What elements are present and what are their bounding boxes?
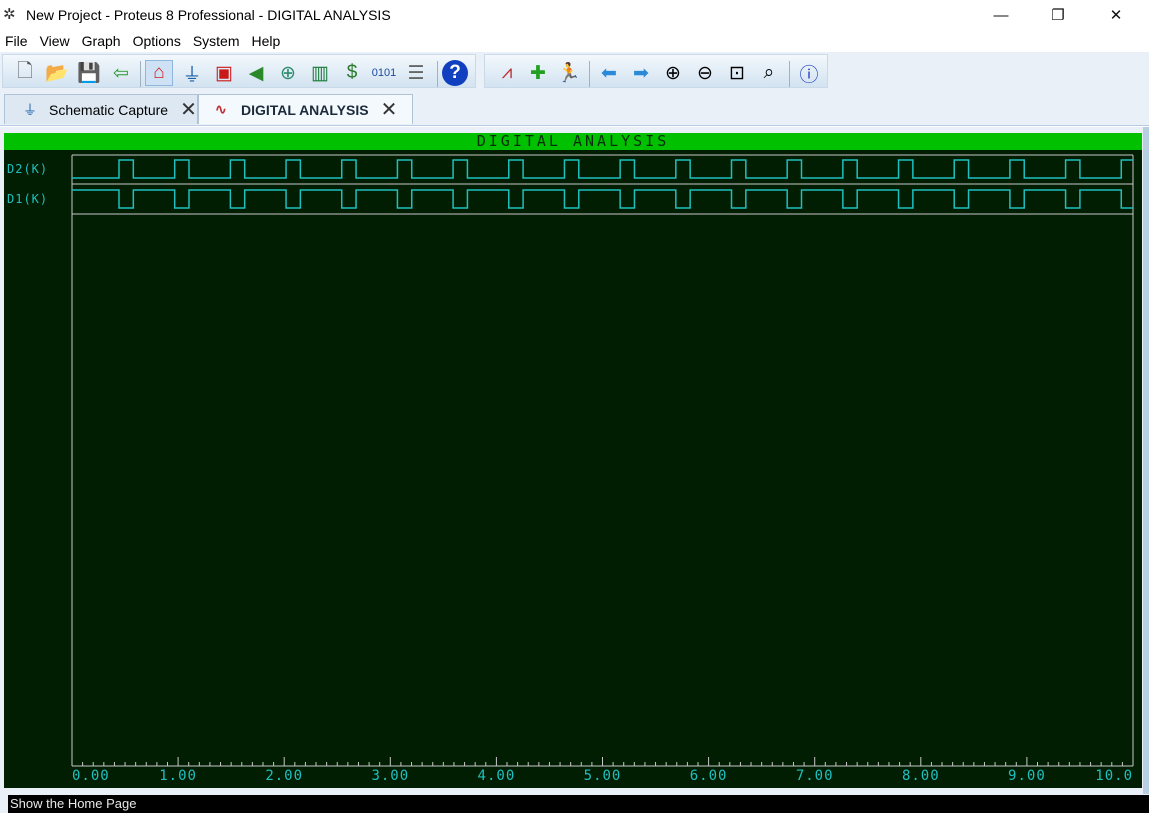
graph-icon: ∿ [215,101,227,117]
x-tick-label: 6.00 [690,768,728,784]
trace-label-d2k: D2(K) [7,162,48,176]
forward-arrow-icon[interactable]: ➡ [627,60,655,86]
toolbar-group-graph: ⩘ ✚ 🏃 ⬅ ➡ ⊕ ⊖ ⊡ ⌕ ⓘ [484,54,828,88]
minimize-button[interactable]: — [978,0,1024,30]
title-bar: ✲ New Project - Proteus 8 Professional -… [0,0,1149,30]
graph-frame: DIGITAL ANALYSIS 0.00 1.00 2.00 3.00 4.00 5.0… [0,127,1149,794]
gerber-viewer-icon[interactable]: ⊕ [274,60,302,86]
zoom-area-icon[interactable]: ⌕ [755,60,783,86]
menu-view[interactable]: View [35,33,77,49]
status-text: Show the Home Page [8,795,1149,813]
pcb-layout-icon[interactable]: ▣ [210,60,238,86]
project-notes-icon[interactable]: ☰ [402,60,430,86]
x-tick-label: 4.00 [478,768,516,784]
add-trace-icon[interactable]: ✚ [524,60,552,86]
proteus-app-icon: ✲ [3,6,16,23]
design-explorer-icon[interactable]: ▥ [306,60,334,86]
x-tick-label: 7.00 [796,768,834,784]
zoom-all-icon[interactable]: ⊡ [723,60,751,86]
menu-graph[interactable]: Graph [77,33,128,49]
x-tick-label: 2.00 [265,768,303,784]
simulate-graph-icon[interactable]: 🏃 [555,60,583,86]
graph-plot: 0.00 1.00 2.00 3.00 4.00 5.00 6.00 7.00 8.00 9.00… [7,154,1134,784]
menu-bar: File View Graph Options System Help [0,30,1149,52]
menu-system[interactable]: System [188,33,247,49]
edit-graph-icon[interactable]: ⩘ [493,60,521,86]
3d-visualizer-icon[interactable]: ◀ [242,60,270,86]
tab-digital-analysis[interactable]: ∿ DIGITAL ANALYSIS ✕ [198,94,413,124]
window-title: New Project - Proteus 8 Professional - D… [26,7,391,23]
tab-label: Schematic Capture [49,101,169,118]
tab-label: DIGITAL ANALYSIS [241,101,369,118]
tab-bar: ⏚ Schematic Capture ✕ ∿ DIGITAL ANALYSIS… [0,90,1149,126]
trace-waveform [72,189,1133,209]
x-tick-label: 5.00 [584,768,622,784]
open-folder-icon[interactable]: 📂 [43,60,71,86]
x-tick-label: 9.00 [1008,768,1046,784]
close-tab-icon[interactable]: ✕ [381,97,398,122]
close-tab-icon[interactable]: ✕ [180,97,197,122]
import-exit-icon[interactable]: ⇦ [107,60,135,86]
digital-analysis-graph[interactable]: DIGITAL ANALYSIS 0.00 1.00 2.00 3.00 4.00 5.0… [4,133,1142,788]
bill-of-materials-icon[interactable]: $ [338,60,366,86]
menu-file[interactable]: File [0,33,35,49]
x-tick-label: 0.00 [72,768,110,784]
home-page-icon[interactable]: ⌂ [145,60,173,86]
toolbar: 🗋 📂 💾 ⇦ ⌂ ⏚ ▣ ◀ ⊕ ▥ $ 0101 ☰ ? ⩘ ✚ 🏃 ⬅ ➡… [0,52,1149,90]
help-icon[interactable]: ? [442,60,468,86]
graph-log-icon[interactable]: ⓘ [795,60,823,86]
trace-label-d1k: D1(K) [7,192,48,206]
menu-help[interactable]: Help [247,33,288,49]
restore-button[interactable]: ❐ [1035,0,1081,30]
x-tick-label: 1.00 [159,768,197,784]
zoom-in-icon[interactable]: ⊕ [659,60,687,86]
toolbar-group-main: 🗋 📂 💾 ⇦ ⌂ ⏚ ▣ ◀ ⊕ ▥ $ 0101 ☰ ? [2,54,476,88]
tab-schematic-capture[interactable]: ⏚ Schematic Capture ✕ [4,94,198,124]
status-bar: Show the Home Page [0,794,1149,813]
x-tick-label: 8.00 [902,768,940,784]
new-file-icon[interactable]: 🗋 [11,60,39,86]
x-tick-label: 3.00 [371,768,409,784]
close-button[interactable]: ✕ [1093,0,1139,30]
zoom-out-icon[interactable]: ⊖ [691,60,719,86]
menu-options[interactable]: Options [128,33,188,49]
back-arrow-icon[interactable]: ⬅ [595,60,623,86]
trace-waveform [72,159,1133,179]
source-code-icon[interactable]: 0101 [370,60,398,86]
x-tick-label: 10.0 [1095,768,1133,784]
schematic-icon: ⏚ [23,101,37,118]
scrollbar-right [1143,127,1149,794]
schematic-capture-icon[interactable]: ⏚ [178,60,206,86]
save-icon[interactable]: 💾 [75,60,103,86]
